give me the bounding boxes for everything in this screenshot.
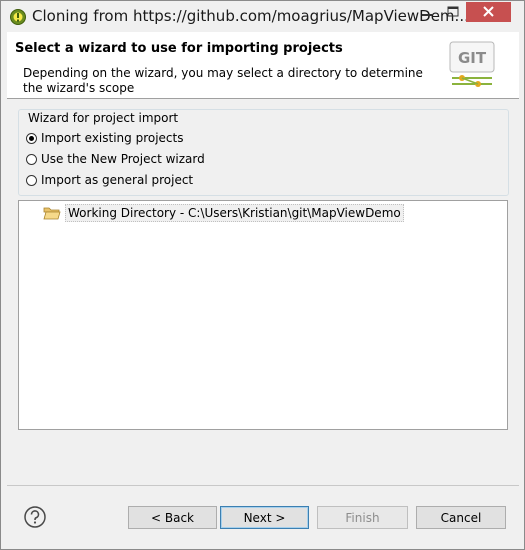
- wizard-banner: Select a wizard to use for importing pro…: [7, 32, 519, 99]
- banner-description: Depending on the wizard, you may select …: [23, 66, 423, 95]
- finish-button[interactable]: Finish: [317, 506, 408, 529]
- radio-button[interactable]: [26, 153, 37, 165]
- minimize-icon: [422, 14, 432, 16]
- maximize-button[interactable]: [440, 2, 466, 22]
- git-logo-text: GIT: [458, 49, 487, 67]
- radio-new-project-wizard[interactable]: Use the New Project wizard: [26, 152, 205, 166]
- wizard-group-legend: Wizard for project import: [25, 111, 182, 125]
- maximize-icon: [447, 6, 459, 17]
- radio-import-existing[interactable]: Import existing projects: [26, 131, 183, 145]
- close-icon: [483, 6, 494, 17]
- project-tree[interactable]: Working Directory - C:\Users\Kristian\gi…: [18, 200, 508, 430]
- radio-button[interactable]: [26, 174, 37, 186]
- radio-label: Import existing projects: [41, 131, 184, 145]
- title-bar[interactable]: Cloning from https://github.com/moagrius…: [1, 1, 524, 32]
- radio-import-general[interactable]: Import as general project: [26, 173, 193, 187]
- git-logo-icon: GIT: [448, 40, 496, 88]
- next-button[interactable]: Next >: [220, 506, 309, 529]
- footer-divider: [7, 485, 519, 486]
- tree-item-label: Working Directory - C:\Users\Kristian\gi…: [65, 204, 404, 222]
- wizard-dialog: Cloning from https://github.com/moagrius…: [0, 0, 525, 550]
- back-button[interactable]: < Back: [128, 506, 217, 529]
- radio-label: Import as general project: [41, 173, 194, 187]
- folder-open-icon: [43, 207, 61, 220]
- radio-button-checked[interactable]: [26, 132, 37, 144]
- banner-title: Select a wizard to use for importing pro…: [15, 41, 343, 56]
- close-button[interactable]: [466, 2, 511, 22]
- tree-item-working-directory[interactable]: Working Directory - C:\Users\Kristian\gi…: [43, 204, 404, 222]
- window-title: Cloning from https://github.com/moagrius…: [32, 7, 469, 25]
- radio-label: Use the New Project wizard: [41, 152, 205, 166]
- help-icon[interactable]: [24, 506, 46, 528]
- eclipse-app-icon: [10, 9, 26, 25]
- minimize-button[interactable]: [414, 2, 440, 22]
- cancel-button[interactable]: Cancel: [416, 506, 506, 529]
